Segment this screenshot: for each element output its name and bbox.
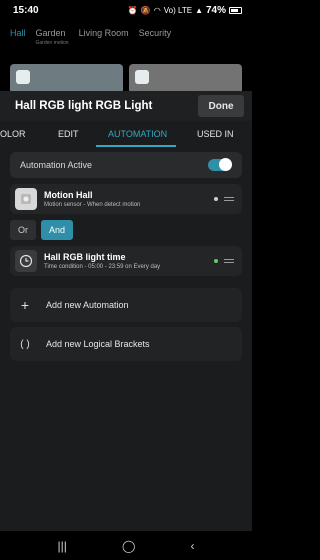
item-subtitle: Motion sensor - When detect motion bbox=[44, 202, 141, 208]
home-icon[interactable]: ◯ bbox=[122, 539, 135, 553]
tab-used-in[interactable]: USED IN bbox=[197, 129, 234, 139]
network-label: Vo) LTE bbox=[163, 5, 193, 15]
toggle-knob bbox=[219, 158, 232, 171]
system-nav-bar: ||| ◯ ‹ bbox=[0, 531, 252, 560]
item-text: Hall RGB light time Time condition - 05:… bbox=[44, 252, 214, 270]
device-settings-sheet: Hall RGB light RGB Light Done OLOR EDIT … bbox=[0, 91, 252, 531]
device-card[interactable] bbox=[10, 64, 123, 94]
add-automation-button[interactable]: + Add new Automation bbox=[10, 288, 242, 322]
status-time: 15:40 bbox=[13, 4, 39, 16]
status-icons: ⏰ 🔕 ◠ Vo) LTE ▲ 74% bbox=[128, 5, 242, 16]
device-card[interactable] bbox=[129, 64, 242, 94]
room-tab-living-room[interactable]: Living Room bbox=[79, 28, 129, 62]
status-bar: 15:40 ⏰ 🔕 ◠ Vo) LTE ▲ 74% bbox=[0, 0, 252, 20]
add-brackets-label: Add new Logical Brackets bbox=[46, 339, 150, 349]
automation-active-label: Automation Active bbox=[20, 160, 93, 170]
or-button[interactable]: Or bbox=[10, 220, 36, 240]
item-subtitle: Time condition - 05:00 - 23:59 on Every … bbox=[44, 264, 161, 270]
add-automation-label: Add new Automation bbox=[46, 300, 129, 310]
back-icon[interactable]: ‹ bbox=[190, 539, 194, 553]
automation-item-motion-hall[interactable]: Motion Hall Motion sensor - When detect … bbox=[10, 184, 242, 214]
recent-apps-icon[interactable]: ||| bbox=[58, 539, 67, 553]
status-dot bbox=[214, 197, 218, 201]
room-tab-hall[interactable]: Hall bbox=[10, 28, 26, 62]
drag-handle-icon[interactable] bbox=[224, 259, 234, 263]
automation-active-row: Automation Active bbox=[10, 152, 242, 178]
automation-item-light-time[interactable]: Hall RGB light time Time condition - 05:… bbox=[10, 246, 242, 276]
status-dot bbox=[214, 259, 218, 263]
drag-handle-icon[interactable] bbox=[224, 197, 234, 201]
plus-icon: + bbox=[20, 297, 30, 313]
device-icon bbox=[16, 70, 30, 84]
done-button[interactable]: Done bbox=[198, 95, 244, 117]
item-title: Hall RGB light time bbox=[44, 252, 126, 262]
sheet-tabs: OLOR EDIT AUTOMATION USED IN bbox=[0, 121, 252, 147]
clock-icon bbox=[15, 250, 37, 272]
active-tab-indicator bbox=[96, 145, 176, 147]
item-text: Motion Hall Motion sensor - When detect … bbox=[44, 190, 214, 208]
battery-icon bbox=[229, 6, 242, 14]
battery-percent: 74% bbox=[205, 4, 226, 16]
and-button[interactable]: And bbox=[41, 220, 73, 240]
automation-active-toggle[interactable] bbox=[208, 158, 232, 171]
tab-color[interactable]: OLOR bbox=[0, 129, 26, 139]
sheet-header: Hall RGB light RGB Light Done bbox=[0, 91, 252, 121]
brackets-icon: ( ) bbox=[20, 338, 30, 350]
motion-sensor-icon bbox=[15, 188, 37, 210]
item-title: Motion Hall bbox=[44, 190, 93, 200]
add-brackets-button[interactable]: ( ) Add new Logical Brackets bbox=[10, 327, 242, 361]
background-room-tabs: Hall Garden Garden motion Living Room Sec… bbox=[0, 28, 252, 62]
tab-edit[interactable]: EDIT bbox=[58, 129, 79, 139]
background-device-cards bbox=[10, 64, 242, 94]
sheet-title: Hall RGB light RGB Light bbox=[15, 100, 153, 112]
tab-automation[interactable]: AUTOMATION bbox=[108, 129, 167, 139]
wifi-icon: ◠ bbox=[153, 5, 161, 15]
room-tab-security[interactable]: Security bbox=[139, 28, 172, 62]
automation-content: Automation Active Motion Hall Motion sen… bbox=[0, 152, 252, 361]
device-icon bbox=[135, 70, 149, 84]
mute-icon: 🔕 bbox=[140, 5, 151, 15]
room-tab-garden[interactable]: Garden Garden motion bbox=[36, 28, 69, 62]
signal-icon: ▲ bbox=[195, 5, 203, 15]
logic-selector: Or And bbox=[10, 220, 242, 240]
alarm-icon: ⏰ bbox=[127, 5, 138, 15]
